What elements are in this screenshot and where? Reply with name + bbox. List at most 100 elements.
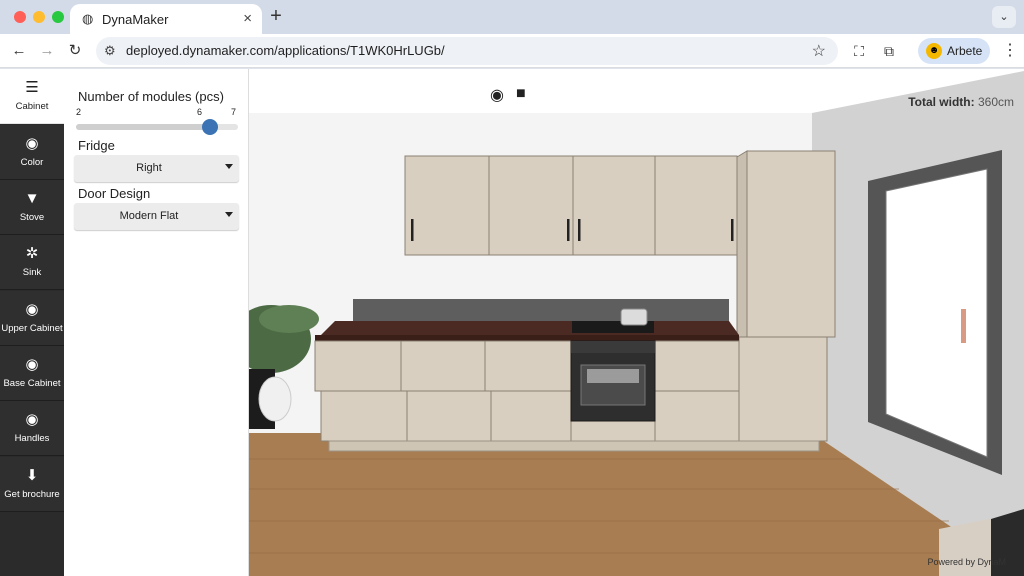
3d-viewport[interactable]: ◉ ■ Total width: 360cm Powered by DynaM (249, 69, 1024, 576)
plinth (328, 440, 820, 452)
handle (731, 219, 734, 241)
upper-cabinet-door (572, 155, 656, 256)
close-icon[interactable]: × (243, 10, 252, 27)
oven-rack (587, 369, 639, 383)
profile-label: Arbete (947, 44, 983, 58)
base-drawer (654, 340, 740, 392)
window-glass (885, 168, 988, 458)
plant-leaf (259, 305, 319, 333)
base-door (654, 390, 740, 442)
camera-icon[interactable]: ■ (516, 85, 526, 103)
sidebar-item-sink[interactable]: ✲ Sink (0, 235, 64, 290)
avatar: ☻ (926, 43, 942, 59)
fridge-label: Fridge (78, 138, 115, 153)
slider-value-label: 6 (197, 107, 203, 117)
sidebar-item-upper-cabinet[interactable]: ◉ Upper Cabinet (0, 291, 64, 346)
slider-min-label: 2 (76, 107, 82, 117)
address-bar[interactable]: ⚙ deployed.dynamaker.com/applications/T1… (96, 37, 838, 65)
countertop-edge (315, 335, 739, 341)
base-drawer (400, 340, 486, 392)
oven-drawer (570, 420, 656, 442)
upper-cabinet-door (488, 155, 574, 256)
profile-button[interactable]: ☻ Arbete (918, 38, 990, 64)
base-door (320, 390, 408, 442)
total-width-label: Total width: (908, 95, 975, 109)
tab-title: DynaMaker (102, 12, 169, 27)
pot (620, 308, 648, 326)
eye-icon[interactable]: ◉ (490, 85, 504, 105)
window (868, 150, 1002, 475)
star-icon[interactable]: ☆ (812, 41, 826, 61)
total-width-value: 360cm (977, 95, 1014, 109)
menu-dots-icon[interactable]: ⋮ (1002, 40, 1018, 62)
sidebar-item-handles[interactable]: ◉ Handles (0, 401, 64, 456)
sidebar-item-color[interactable]: ◉ Color (0, 125, 64, 180)
sidebar-item-get-brochure[interactable]: ⬇ Get brochure (0, 457, 64, 512)
oven-control-panel (571, 341, 655, 353)
sidebar-item-label: Color (20, 157, 44, 168)
door-design-select[interactable]: Modern Flat (74, 203, 239, 230)
sidebar-item-cabinet[interactable]: ☰ Cabinet (0, 69, 64, 124)
sidebar-item-label: Cabinet (15, 101, 49, 112)
door-design-select-value: Modern Flat (119, 210, 179, 222)
browser-tab[interactable]: ◍ DynaMaker × (70, 4, 262, 34)
reload-icon[interactable]: ↻ (64, 40, 86, 62)
slider-fill (76, 124, 206, 130)
window-handle (961, 309, 966, 343)
base-door (406, 390, 492, 442)
modules-label: Number of modules (pcs) (78, 89, 224, 104)
fridge-upper-door (746, 150, 836, 338)
door-design-label: Door Design (78, 186, 151, 201)
sidebar-item-label: Upper Cabinet (1, 323, 63, 334)
back-icon[interactable]: ← (8, 40, 30, 62)
settings-panel: Number of modules (pcs) 2 6 7 Fridge Rig… (64, 69, 249, 576)
tab-search-button[interactable]: ⌄ (992, 6, 1016, 28)
eye-icon: ◉ (25, 301, 39, 318)
browser-toolbar: ← → ↻ ⚙ deployed.dynamaker.com/applicati… (0, 34, 1024, 68)
slider-max-label: 7 (231, 107, 237, 117)
window-zoom-button[interactable] (52, 11, 64, 23)
sidebar-item-label: Sink (22, 267, 42, 278)
fridge-select-value: Right (136, 162, 162, 174)
eye-icon: ◉ (25, 356, 39, 373)
caret-down-icon (225, 212, 233, 217)
globe-icon: ◍ (82, 11, 94, 26)
sidebar: ☰ Cabinet ◉ Color ▼ Stove ✲ Sink ◉ Upper… (0, 69, 64, 576)
window-minimize-button[interactable] (33, 11, 45, 23)
cabinet-icon: ☰ (25, 79, 39, 96)
screenshot-icon[interactable]: ⛶ (848, 40, 870, 62)
forward-icon[interactable]: → (36, 40, 58, 62)
fridge-side (736, 150, 748, 338)
countertop (321, 321, 739, 335)
base-drawer (314, 340, 402, 392)
browser-tab-bar: ◍ DynaMaker × + ⌄ (0, 0, 1024, 34)
powered-by-label: Powered by DynaM (927, 557, 1006, 567)
window-close-button[interactable] (14, 11, 26, 23)
download-icon: ⬇ (25, 467, 39, 484)
caret-down-icon (225, 164, 233, 169)
handle (578, 219, 581, 241)
upper-cabinet-door (404, 155, 490, 256)
fridge-select[interactable]: Right (74, 155, 239, 182)
gear-icon: ✲ (25, 245, 39, 262)
upper-cabinet-door (654, 155, 738, 256)
upper-cabinets (404, 155, 738, 256)
total-width-readout: Total width: 360cm (908, 95, 1014, 109)
extensions-icon[interactable]: ⧉ (878, 40, 900, 62)
sidebar-item-label: Get brochure (4, 489, 60, 500)
plant-pot (258, 376, 292, 422)
app-root: ☰ Cabinet ◉ Color ▼ Stove ✲ Sink ◉ Upper… (0, 69, 1024, 576)
kitchen-scene (249, 71, 1024, 576)
eye-icon: ◉ (25, 135, 39, 152)
handle (567, 219, 570, 241)
base-door (490, 390, 574, 442)
base-drawer (484, 340, 572, 392)
sidebar-item-label: Handles (14, 433, 50, 444)
plus-icon[interactable]: + (266, 5, 286, 28)
sidebar-item-base-cabinet[interactable]: ◉ Base Cabinet (0, 346, 64, 401)
modules-slider-thumb[interactable] (201, 119, 218, 135)
site-settings-icon[interactable]: ⚙ (104, 43, 116, 59)
fridge-lower-door (738, 336, 828, 442)
sidebar-item-stove[interactable]: ▼ Stove (0, 180, 64, 235)
url-text: deployed.dynamaker.com/applications/T1WK… (126, 43, 445, 58)
